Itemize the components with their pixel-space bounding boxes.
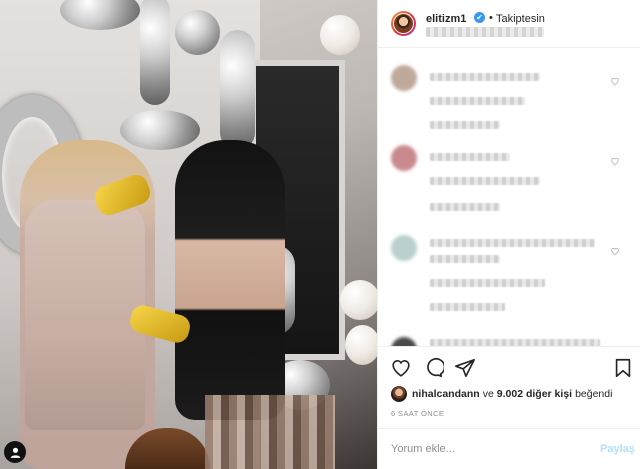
commenter-avatar[interactable] (391, 145, 417, 171)
liker-avatar[interactable] (391, 386, 407, 402)
user-silhouette-icon (10, 447, 20, 458)
share-button[interactable] (454, 357, 476, 379)
post-header: elitizm1 ✔ • Takiptesin (378, 0, 640, 48)
comment-input[interactable] (391, 439, 581, 459)
like-comment-button[interactable] (610, 73, 620, 86)
heart-icon (611, 77, 619, 86)
pearl-balloon (320, 15, 360, 55)
balloon (220, 30, 255, 150)
pearl-balloon (345, 325, 377, 365)
blurred-area (205, 395, 335, 469)
separator-dot: • (489, 12, 493, 24)
heart-icon (611, 157, 619, 166)
location-blurred[interactable] (426, 27, 544, 37)
likes-connector: ve (482, 388, 494, 400)
post-side-panel: elitizm1 ✔ • Takiptesin nihalcandann ve … (377, 0, 640, 469)
balloon (175, 10, 220, 55)
heart-icon (611, 247, 619, 256)
commenter-avatar[interactable] (391, 65, 417, 91)
commenter-avatar[interactable] (391, 337, 417, 346)
person-right (175, 140, 285, 420)
comments-list[interactable] (378, 49, 640, 346)
paper-plane-icon (455, 358, 475, 378)
heart-icon (392, 360, 410, 377)
tagged-user-button[interactable] (4, 441, 26, 463)
add-comment-bar: Paylaş (378, 428, 640, 469)
comment-button[interactable] (422, 357, 446, 379)
verified-badge-icon: ✔ (474, 12, 485, 23)
comment-item (378, 129, 640, 211)
post-photo[interactable] (0, 0, 377, 469)
comment-item (378, 49, 640, 129)
bookmark-icon (615, 358, 631, 378)
likes-suffix: beğendi (575, 388, 613, 400)
post-timestamp[interactable]: 6 SAAT ÖNCE (391, 409, 444, 418)
liker-username[interactable]: nihalcandann (412, 388, 480, 400)
like-comment-button[interactable] (610, 153, 620, 166)
profile-avatar[interactable] (391, 11, 416, 36)
comment-bubble-icon (427, 358, 446, 378)
post-comment-button[interactable]: Paylaş (600, 443, 635, 455)
balloon (120, 110, 200, 150)
likes-count-link[interactable]: 9.002 diğer kişi (497, 388, 572, 400)
comment-item (378, 219, 640, 311)
commenter-avatar[interactable] (391, 235, 417, 261)
following-button[interactable]: Takiptesin (496, 13, 545, 25)
comment-item (378, 321, 640, 346)
balloon (140, 0, 170, 105)
person-left-dress (25, 200, 145, 430)
like-comment-button[interactable] (610, 243, 620, 256)
likes-summary: nihalcandann ve 9.002 diğer kişi beğendi (391, 385, 615, 403)
like-button[interactable] (390, 357, 412, 379)
username-link[interactable]: elitizm1 (426, 13, 466, 25)
save-button[interactable] (612, 357, 634, 379)
pearl-balloon (340, 280, 377, 320)
